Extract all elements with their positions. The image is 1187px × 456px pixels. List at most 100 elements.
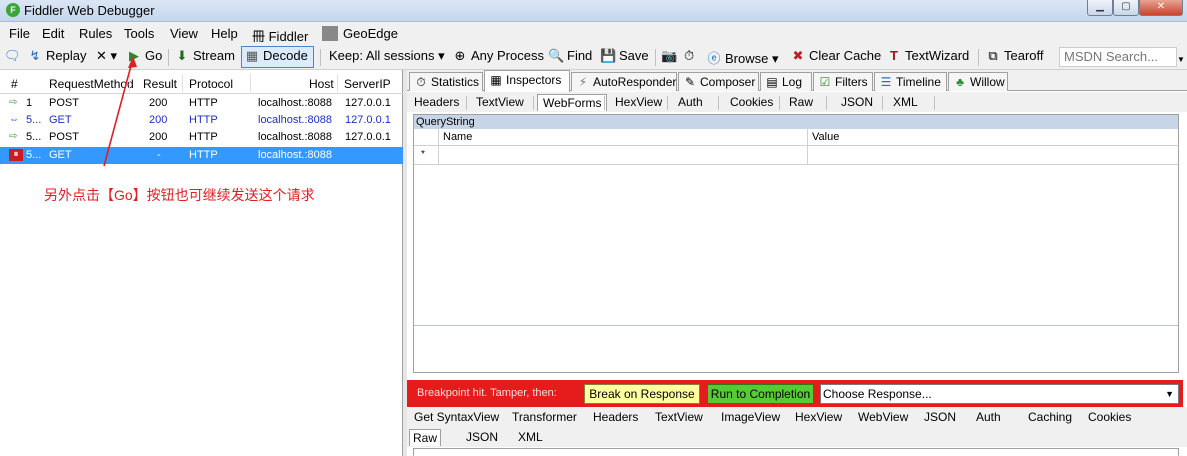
resp-tab-caching[interactable]: Caching — [1025, 409, 1075, 425]
clear-cache-button[interactable]: ✖ Clear Cache — [790, 48, 882, 64]
run-to-completion-button[interactable]: Run to Completion — [707, 384, 814, 404]
subtab-xml[interactable]: XML — [888, 94, 923, 111]
col-number[interactable]: # — [11, 77, 18, 91]
subtab-auth[interactable]: Auth — [673, 94, 708, 111]
toolbar: 🗨 ↯ Replay ✕ ▾ ▶ Go ⬇ Stream ▦ Decode Keep: … — [0, 45, 1187, 70]
resp-tab-cookies[interactable]: Cookies — [1085, 409, 1134, 425]
tab-statistics[interactable]: ⏱ Statistics — [409, 72, 483, 91]
menu-file[interactable]: File — [9, 26, 30, 41]
decode-button[interactable]: ▦ Decode — [244, 48, 308, 64]
browse-button[interactable]: ⓔ Browse ▾ — [706, 48, 778, 67]
replay-button[interactable]: ↯ Replay — [27, 48, 87, 64]
tearoff-button[interactable]: ⧉ Tearoff — [985, 48, 1043, 64]
tab-timeline[interactable]: ☰ Timeline — [874, 72, 947, 91]
col-host[interactable]: Host — [309, 77, 334, 91]
querystring-new-row[interactable]: * — [414, 146, 1178, 165]
subtab-divider — [533, 96, 534, 110]
tab-willow[interactable]: ♣ Willow — [948, 72, 1008, 91]
menu-fiddler[interactable]: 冊 Fiddler — [252, 26, 308, 45]
resp-tab-auth[interactable]: Auth — [973, 409, 1004, 425]
request-subtabs: Headers TextView WebForms HexView Auth C… — [407, 92, 1187, 112]
menu-rules[interactable]: Rules — [79, 26, 112, 41]
timer-icon[interactable]: ⏱ — [684, 48, 694, 64]
querystring-title: QueryString — [414, 115, 1178, 129]
tab-log[interactable]: ▤ Log — [760, 72, 812, 91]
keep-sessions-dropdown[interactable]: Keep: All sessions ▾ — [329, 48, 445, 64]
post-icon: ⇨ — [9, 131, 18, 142]
col-result[interactable]: Result — [143, 77, 177, 91]
session-row[interactable]: ⇨ 5... POST 200 HTTP localhost.:8088 127… — [0, 129, 403, 146]
session-method: POST — [49, 97, 79, 109]
subtab-divider — [779, 96, 780, 110]
response-tabs: Get SyntaxView Transformer Headers TextV… — [407, 407, 1187, 427]
camera-icon[interactable]: 📷 — [661, 48, 677, 64]
resp-tab-hexview[interactable]: HexView — [792, 409, 845, 425]
resp-tab-headers[interactable]: Headers — [590, 409, 641, 425]
subtab-cookies[interactable]: Cookies — [725, 94, 778, 111]
menu-help[interactable]: Help — [211, 26, 238, 41]
session-protocol: HTTP — [189, 114, 218, 126]
resp-tab-imageview[interactable]: ImageView — [718, 409, 783, 425]
stream-button[interactable]: ⬇ Stream — [174, 48, 235, 64]
any-process-button[interactable]: ⊕ Any Process — [452, 48, 544, 64]
tab-autoresponder[interactable]: ⚡ AutoResponder — [571, 72, 677, 91]
session-host: localhost.:8088 — [258, 97, 332, 109]
col-request-method[interactable]: RequestMethod — [49, 77, 134, 91]
tab-inspectors[interactable]: ▦ Inspectors — [484, 70, 570, 92]
close-button[interactable]: ✕ — [1139, 0, 1183, 16]
inspectors-icon: ▦ — [490, 73, 502, 87]
resp-tab-json[interactable]: JSON — [921, 409, 959, 425]
resp-tab-transformer[interactable]: Transformer — [509, 409, 580, 425]
textwizard-button[interactable]: T TextWizard — [886, 48, 969, 63]
save-button[interactable]: 💾 Save — [600, 48, 649, 64]
subtab-textview[interactable]: TextView — [471, 94, 529, 111]
resp-tab-webview[interactable]: WebView — [855, 409, 911, 425]
column-divider — [182, 74, 183, 92]
annotation-text: 另外点击【Go】按钮也可继续发送这个请求 — [44, 187, 315, 203]
choose-response-select[interactable]: Choose Response... ▼ — [820, 384, 1179, 404]
session-row-selected[interactable]: ⏸ 5... GET - HTTP localhost.:8088 — [0, 147, 403, 164]
find-button[interactable]: 🔍 Find — [548, 48, 592, 64]
go-button[interactable]: ▶ Go — [126, 48, 162, 64]
subtab-headers[interactable]: Headers — [409, 94, 464, 111]
maximize-button[interactable]: ▢ — [1113, 0, 1139, 16]
menu-edit[interactable]: Edit — [42, 26, 64, 41]
session-row[interactable]: ⇔ 5... GET 200 HTTP localhost.:8088 127.… — [0, 112, 403, 129]
tab-filters[interactable]: ☑ Filters — [813, 72, 873, 91]
toolbar-separator — [168, 49, 169, 66]
subtab-hexview[interactable]: HexView — [610, 94, 667, 111]
resp-tab-syntaxview[interactable]: Get SyntaxView — [411, 409, 502, 425]
geoedge-icon — [322, 26, 338, 41]
resp-subtab-xml[interactable]: XML — [515, 429, 546, 445]
minimize-button[interactable]: ▁ — [1087, 0, 1113, 16]
col-name[interactable]: Name — [443, 131, 472, 143]
menu-view[interactable]: View — [170, 26, 198, 41]
comment-icon[interactable]: 🗨 — [4, 48, 21, 64]
session-method: GET — [49, 149, 72, 161]
breakpoint-bar: Breakpoint hit. Tamper, then: Break on R… — [407, 380, 1183, 408]
menu-tools[interactable]: Tools — [124, 26, 154, 41]
resp-tab-textview[interactable]: TextView — [652, 409, 706, 425]
clear-cache-icon: ✖ — [792, 48, 804, 63]
subtab-raw[interactable]: Raw — [784, 94, 818, 111]
session-row[interactable]: ⇨ 1 POST 200 HTTP localhost.:8088 127.0.… — [0, 95, 403, 112]
tab-composer[interactable]: ✎ Composer — [678, 72, 759, 91]
subtab-webforms[interactable]: WebForms — [537, 94, 608, 111]
menu-geoedge[interactable]: GeoEdge — [343, 26, 398, 41]
resp-subtab-json[interactable]: JSON — [463, 429, 501, 445]
col-serverip[interactable]: ServerIP — [344, 77, 391, 91]
break-on-response-button[interactable]: Break on Response — [584, 384, 700, 404]
subtab-divider — [826, 96, 827, 110]
tree-icon: ♣ — [956, 75, 964, 89]
toolbar-overflow-icon[interactable]: ▼ — [1177, 55, 1185, 64]
msdn-search-input[interactable]: MSDN Search... — [1059, 47, 1177, 67]
new-row-marker: * — [421, 149, 425, 160]
remove-dropdown[interactable]: ✕ ▾ — [96, 48, 117, 64]
col-protocol[interactable]: Protocol — [189, 77, 233, 91]
resp-subtab-raw[interactable]: Raw — [409, 429, 442, 446]
session-host: localhost.:8088 — [258, 114, 332, 126]
session-result: 200 — [149, 131, 168, 143]
col-value[interactable]: Value — [812, 131, 839, 143]
subtab-json[interactable]: JSON — [836, 94, 878, 111]
title-bar: F Fiddler Web Debugger ▁ ▢ ✕ — [0, 0, 1187, 22]
